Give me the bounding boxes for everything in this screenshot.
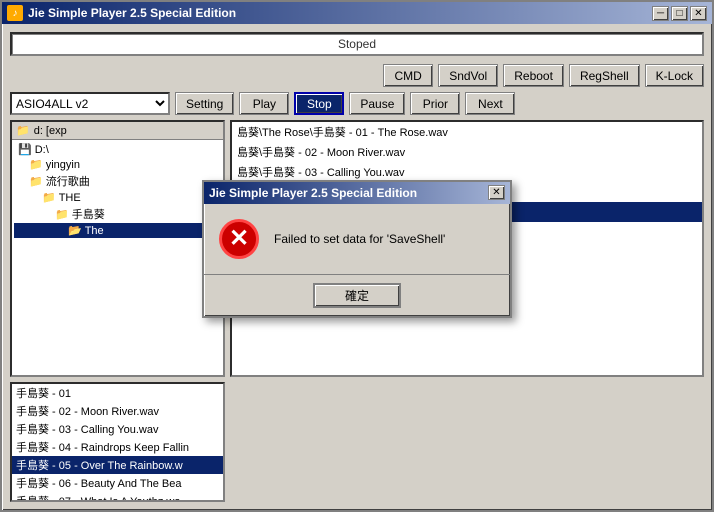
modal-title: Jie Simple Player 2.5 Special Edition (209, 186, 417, 200)
klock-button[interactable]: K-Lock (645, 64, 704, 87)
now-playing-item[interactable]: 手島葵 - 01 (12, 384, 223, 402)
close-button[interactable]: ✕ (690, 6, 707, 21)
title-bar: ♪ Jie Simple Player 2.5 Special Edition … (2, 2, 712, 24)
now-playing-item[interactable]: 手島葵 - 04 - Raindrops Keep Fallin (12, 438, 223, 456)
transport-row: ASIO4ALL v2 Default DirectSound Setting … (10, 92, 704, 115)
maximize-button[interactable]: □ (671, 6, 688, 21)
play-button[interactable]: Play (239, 92, 289, 115)
reboot-button[interactable]: Reboot (503, 64, 564, 87)
title-bar-left: ♪ Jie Simple Player 2.5 Special Edition (7, 5, 236, 21)
modal-ok-button[interactable]: 確定 (313, 283, 401, 308)
now-playing-list: 手島葵 - 01 手島葵 - 02 - Moon River.wav 手島葵 -… (10, 382, 225, 502)
error-dialog: Jie Simple Player 2.5 Special Edition ✕ … (202, 180, 512, 318)
now-playing-item-active[interactable]: 手島葵 - 05 - Over The Rainbow.w (12, 456, 223, 474)
modal-close-button[interactable]: ✕ (488, 185, 505, 200)
now-playing-item[interactable]: 手島葵 - 03 - Calling You.wav (12, 420, 223, 438)
now-playing-item[interactable]: 手島葵 - 02 - Moon River.wav (12, 402, 223, 420)
content-area: Stoped CMD SndVol Reboot RegShell K-Lock… (2, 24, 712, 510)
modal-overlay: Jie Simple Player 2.5 Special Edition ✕ … (10, 120, 704, 377)
status-bar: Stoped (10, 32, 704, 56)
cmd-button[interactable]: CMD (383, 64, 433, 87)
stop-button[interactable]: Stop (294, 92, 344, 115)
modal-body: ✕ Failed to set data for 'SaveShell' (204, 204, 510, 274)
modal-footer: 確定 (204, 274, 510, 316)
pause-button[interactable]: Pause (349, 92, 405, 115)
main-window: ♪ Jie Simple Player 2.5 Special Edition … (0, 0, 714, 512)
regshell-button[interactable]: RegShell (569, 64, 640, 87)
status-text: Stoped (338, 37, 376, 51)
now-playing-item[interactable]: 手島葵 - 06 - Beauty And The Bea (12, 474, 223, 492)
setting-button[interactable]: Setting (175, 92, 234, 115)
sndvol-button[interactable]: SndVol (438, 64, 498, 87)
error-icon: ✕ (219, 219, 259, 259)
top-controls-row: CMD SndVol Reboot RegShell K-Lock (10, 64, 704, 87)
app-icon: ♪ (7, 5, 23, 21)
minimize-button[interactable]: ─ (652, 6, 669, 21)
title-buttons: ─ □ ✕ (652, 6, 707, 21)
now-playing-item[interactable]: 手島葵 - 07 - What Is A Youthz.wa (12, 492, 223, 502)
next-button[interactable]: Next (465, 92, 515, 115)
window-title: Jie Simple Player 2.5 Special Edition (28, 6, 236, 20)
modal-title-bar: Jie Simple Player 2.5 Special Edition ✕ (204, 182, 510, 204)
audio-device-select[interactable]: ASIO4ALL v2 Default DirectSound (10, 92, 170, 115)
prior-button[interactable]: Prior (410, 92, 460, 115)
modal-message: Failed to set data for 'SaveShell' (274, 232, 495, 246)
main-area: 📁 d: [exp 💾 D:\ 📁 yingyin 📁 流行歌曲 (10, 120, 704, 377)
